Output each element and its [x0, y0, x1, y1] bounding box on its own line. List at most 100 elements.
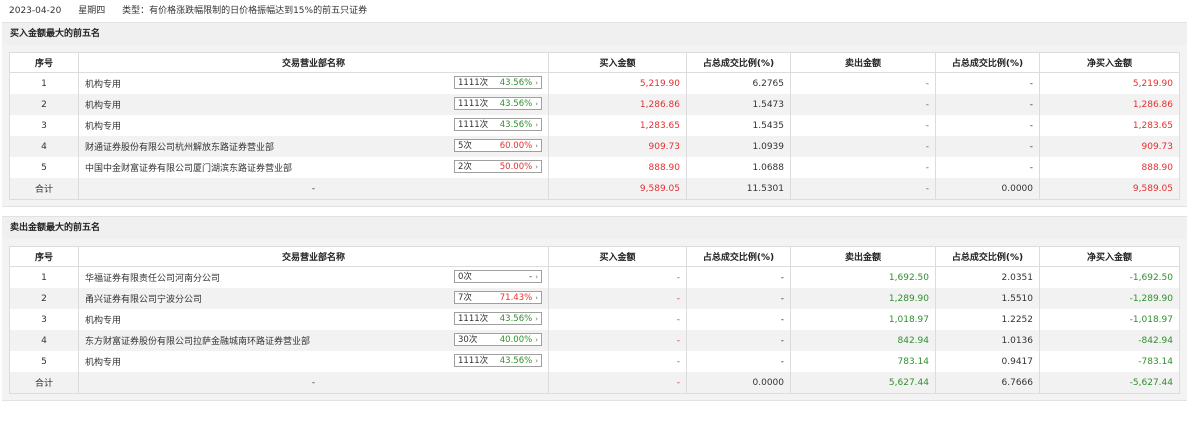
branch-name-link[interactable]: 中国中金财富证券有限公司厦门湖滨东路证券营业部 — [85, 161, 292, 174]
branch-name-link[interactable]: 机构专用 — [85, 77, 121, 90]
branch-count: 1111次 — [458, 99, 489, 109]
sell-amount: - — [790, 94, 936, 115]
sell-amount: - — [790, 115, 936, 136]
buy-panel: 序号 交易营业部名称 买入金额 占总成交比例(%) 卖出金额 占总成交比例(%)… — [2, 45, 1187, 207]
branch-stats-dropdown[interactable]: 1111次 › 43.56% — [454, 97, 542, 110]
chevron-right-icon: › — [535, 273, 538, 281]
net-amount: 888.90 — [1039, 157, 1180, 178]
trade-type: 类型：有价格涨跌幅限制的日价格振幅达到15%的前五只证券 — [122, 6, 368, 16]
buy-ratio: - — [686, 288, 791, 309]
total-buy-amount: - — [548, 372, 687, 394]
branch-name-link[interactable]: 甬兴证券有限公司宁波分公司 — [85, 292, 202, 305]
row-no: 5 — [9, 351, 79, 372]
chevron-right-icon: › — [535, 100, 538, 108]
branch-name-link[interactable]: 机构专用 — [85, 119, 121, 132]
total-row: 合计 -9,589.05 11.5301-0.0000 9,589.05 — [9, 178, 1180, 200]
branch-stats-dropdown[interactable]: 7次 › 71.43% — [454, 291, 542, 304]
branch-name-link[interactable]: 机构专用 — [85, 98, 121, 111]
net-amount: 1,283.65 — [1039, 115, 1180, 136]
net-amount: -1,289.90 — [1039, 288, 1180, 309]
chevron-right-icon: › — [535, 163, 538, 171]
sell-table-header: 序号 交易营业部名称 买入金额 占总成交比例(%) 卖出金额 占总成交比例(%)… — [9, 246, 1180, 267]
sell-ratio: 1.0136 — [935, 330, 1040, 351]
branch-win-rate: 43.56% — [499, 78, 533, 88]
table-row: 2 机构专用 1111次 › 43.56% 1,286.86 1.5473- -1,286.8… — [9, 94, 1180, 115]
branch-stats-dropdown[interactable]: 1111次 › 43.56% — [454, 354, 542, 367]
branch-stats-dropdown[interactable]: 1111次 › 43.56% — [454, 118, 542, 131]
branch-stats-dropdown[interactable]: 0次 › - — [454, 270, 542, 283]
total-buy-ratio: 0.0000 — [686, 372, 791, 394]
sell-amount: 1,289.90 — [790, 288, 936, 309]
sell-ratio: - — [935, 157, 1040, 178]
buy-amount: 1,286.86 — [548, 94, 687, 115]
buy-ratio: 6.2765 — [686, 72, 791, 94]
trade-weekday: 星期四 — [78, 6, 106, 16]
col-no: 序号 — [9, 52, 79, 73]
branch-count: 5次 — [458, 141, 472, 151]
row-no: 3 — [9, 115, 79, 136]
chevron-right-icon: › — [535, 121, 538, 129]
sell-amount: - — [790, 157, 936, 178]
total-branch: - — [78, 372, 549, 394]
branch-count: 7次 — [458, 293, 472, 303]
table-row: 3 机构专用 1111次 › 43.56% 1,283.65 1.5435- -1,283.6… — [9, 115, 1180, 136]
top-info-bar: 2023-04-20 星期四 类型：有价格涨跌幅限制的日价格振幅达到15%的前五… — [0, 0, 1189, 22]
sell-section-title: 卖出金额最大的前五名 — [2, 216, 1187, 239]
col-sell-amount: 卖出金额 — [790, 52, 936, 73]
row-no: 5 — [9, 157, 79, 178]
buy-section: 买入金额最大的前五名 序号 交易营业部名称 买入金额 占总成交比例(%) 卖出金… — [2, 22, 1187, 207]
buy-ratio: - — [686, 351, 791, 372]
sell-ratio: 1.2252 — [935, 309, 1040, 330]
sell-table: 序号 交易营业部名称 买入金额 占总成交比例(%) 卖出金额 占总成交比例(%)… — [9, 246, 1180, 394]
buy-amount: - — [548, 330, 687, 351]
branch-name-link[interactable]: 东方财富证券股份有限公司拉萨金融城南环路证券营业部 — [85, 334, 310, 347]
col-no: 序号 — [9, 246, 79, 267]
buy-amount: - — [548, 288, 687, 309]
branch-stats-dropdown[interactable]: 1111次 › 43.56% — [454, 312, 542, 325]
buy-table-header: 序号 交易营业部名称 买入金额 占总成交比例(%) 卖出金额 占总成交比例(%)… — [9, 52, 1180, 73]
net-amount: -1,692.50 — [1039, 266, 1180, 288]
branch-win-rate: 43.56% — [499, 314, 533, 324]
branch-stats-dropdown[interactable]: 30次 › 40.00% — [454, 333, 542, 346]
buy-amount: 1,283.65 — [548, 115, 687, 136]
branch-cell: 机构专用 1111次 › 43.56% — [78, 115, 549, 136]
branch-name-link[interactable]: 财通证券股份有限公司杭州解放东路证券营业部 — [85, 140, 274, 153]
branch-name-link[interactable]: 机构专用 — [85, 355, 121, 368]
row-no: 3 — [9, 309, 79, 330]
sell-amount: 1,018.97 — [790, 309, 936, 330]
col-sell-ratio: 占总成交比例(%) — [935, 246, 1040, 267]
table-row: 2 甬兴证券有限公司宁波分公司 7次 › 71.43% - -1,289.90 1.5510-… — [9, 288, 1180, 309]
buy-ratio: 1.0688 — [686, 157, 791, 178]
table-row: 1 机构专用 1111次 › 43.56% 5,219.90 6.2765- -5,219.9… — [9, 72, 1180, 94]
sell-ratio: - — [935, 136, 1040, 157]
total-sell-ratio: 0.0000 — [935, 178, 1040, 200]
branch-cell: 机构专用 1111次 › 43.56% — [78, 72, 549, 94]
total-sell-amount: - — [790, 178, 936, 200]
branch-count: 1111次 — [458, 78, 489, 88]
branch-win-rate: 43.56% — [499, 356, 533, 366]
col-net-amount: 净买入金额 — [1039, 246, 1180, 267]
chevron-right-icon: › — [535, 79, 538, 87]
trade-date: 2023-04-20 — [9, 6, 62, 16]
total-buy-amount: 9,589.05 — [548, 178, 687, 200]
branch-stats-dropdown[interactable]: 2次 › 50.00% — [454, 160, 542, 173]
table-row: 3 机构专用 1111次 › 43.56% - -1,018.97 1.2252 -1,018.… — [9, 309, 1180, 330]
branch-name-link[interactable]: 华福证券有限责任公司河南分公司 — [85, 271, 220, 284]
sell-ratio: 0.9417 — [935, 351, 1040, 372]
net-amount: 909.73 — [1039, 136, 1180, 157]
branch-cell: 华福证券有限责任公司河南分公司 0次 › - — [78, 266, 549, 288]
branch-win-rate: 60.00% — [499, 141, 533, 151]
row-no: 2 — [9, 288, 79, 309]
branch-stats-dropdown[interactable]: 5次 › 60.00% — [454, 139, 542, 152]
col-branch-name: 交易营业部名称 — [78, 52, 549, 73]
branch-win-rate: 71.43% — [499, 293, 533, 303]
buy-amount: 888.90 — [548, 157, 687, 178]
chevron-right-icon: › — [535, 336, 538, 344]
branch-name-link[interactable]: 机构专用 — [85, 313, 121, 326]
col-sell-amount: 卖出金额 — [790, 246, 936, 267]
branch-count: 30次 — [458, 335, 478, 345]
branch-stats-dropdown[interactable]: 1111次 › 43.56% — [454, 76, 542, 89]
table-row: 5 机构专用 1111次 › 43.56% - -783.14 0.9417 -783.14 — [9, 351, 1180, 372]
table-row: 5 中国中金财富证券有限公司厦门湖滨东路证券营业部 2次 › 50.00% 888.90 1… — [9, 157, 1180, 178]
branch-count: 2次 — [458, 162, 472, 172]
